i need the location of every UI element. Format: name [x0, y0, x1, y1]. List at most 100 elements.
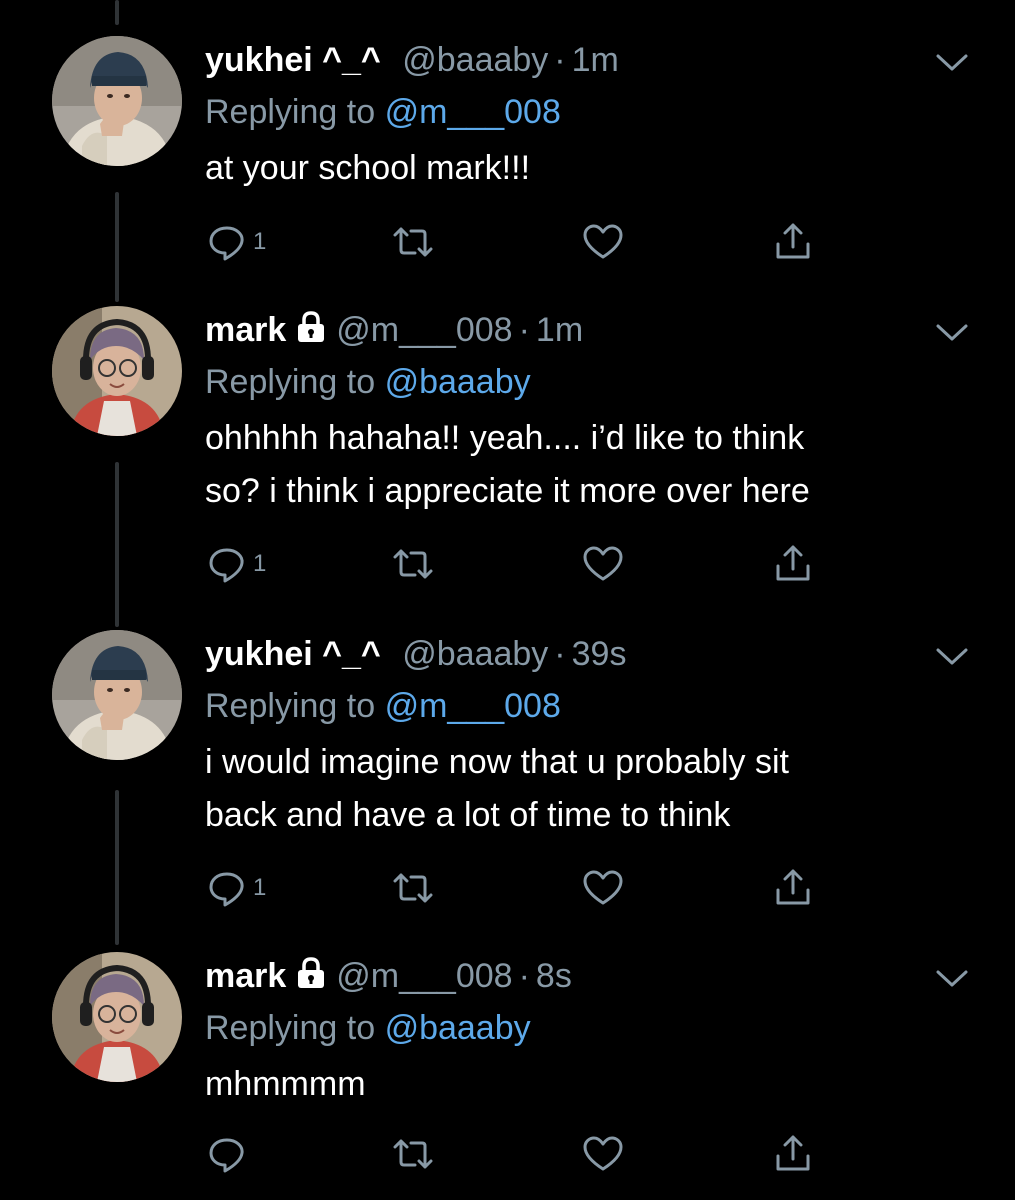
tweet-text-line: ohhhhh hahaha!! yeah.... i’d like to thi… [205, 419, 805, 457]
separator: · [518, 311, 530, 349]
reply-button[interactable]: 1 [205, 220, 266, 264]
reply-button[interactable] [205, 1132, 253, 1176]
like-button[interactable] [581, 542, 625, 586]
retweet-button[interactable] [391, 866, 435, 910]
reply-button[interactable]: 1 [205, 542, 266, 586]
replying-to: Replying to @m___008 [205, 88, 935, 136]
avatar[interactable] [52, 306, 182, 436]
reply-count: 1 [253, 228, 267, 255]
like-button[interactable] [581, 1132, 625, 1176]
display-name[interactable]: mark [205, 957, 286, 995]
thread-line [115, 790, 119, 945]
reply-count: 1 [253, 874, 267, 901]
heart-icon [583, 546, 623, 581]
speech-bubble-icon [209, 226, 244, 261]
reply-mention-link[interactable]: @baaaby [385, 1009, 531, 1047]
mark-avatar [52, 952, 182, 1082]
replying-to-label: Replying to [205, 363, 376, 401]
tweet-text: at your school mark!!! [205, 142, 935, 195]
tweet-text-line: mhmmmm [205, 1065, 366, 1103]
thread-line [115, 0, 119, 25]
share-button[interactable] [771, 542, 815, 586]
tweet-header: mark @m___008 · 8s [205, 952, 935, 1000]
share-button[interactable] [771, 866, 815, 910]
user-handle[interactable]: @baaaby [402, 41, 548, 79]
tweet-content: yukhei ^_^ @baaaby · 39s Replying to @m___… [205, 630, 935, 842]
reply-mention-link[interactable]: @m___008 [385, 93, 561, 131]
tweet-header: yukhei ^_^ @baaaby · 39s [205, 630, 935, 678]
avatar[interactable] [52, 630, 182, 760]
speech-bubble-icon [209, 1138, 244, 1173]
tweet-text-line: back and have a lot of time to think [205, 796, 731, 834]
heart-icon [583, 870, 623, 905]
tweet-header: yukhei ^_^ @baaaby · 1m [205, 36, 935, 84]
timestamp[interactable]: 39s [572, 635, 627, 673]
tweet-text-line: i would imagine now that u probably sit [205, 743, 789, 781]
timestamp[interactable]: 8s [536, 957, 572, 995]
separator: · [554, 635, 566, 673]
retweet-icon [393, 549, 433, 579]
reply-count: 1 [253, 550, 267, 577]
share-icon [776, 869, 810, 905]
tweet-actions: 1 [205, 866, 845, 910]
user-handle[interactable]: @m___008 [336, 957, 512, 995]
tweet-text: mhmmmm [205, 1058, 935, 1111]
tweet-text: ohhhhh hahaha!! yeah.... i’d like to thi… [205, 412, 935, 518]
retweet-button[interactable] [391, 542, 435, 586]
yukhei-avatar [52, 36, 182, 166]
thread-line [115, 192, 119, 302]
user-handle[interactable]: @baaaby [402, 635, 548, 673]
replying-to-label: Replying to [205, 1009, 376, 1047]
lock-icon [298, 957, 325, 988]
display-name[interactable]: mark [205, 311, 286, 349]
tweet-text-line: so? i think i appreciate it more over he… [205, 472, 810, 510]
tweet-actions: 1 [205, 542, 845, 586]
chevron-down-icon[interactable] [932, 50, 972, 74]
speech-bubble-icon [209, 548, 244, 583]
reply-mention-link[interactable]: @baaaby [385, 363, 531, 401]
share-button[interactable] [771, 220, 815, 264]
replying-to: Replying to @m___008 [205, 682, 935, 730]
share-icon [776, 545, 810, 581]
timestamp[interactable]: 1m [536, 311, 583, 349]
replying-to-label: Replying to [205, 93, 376, 131]
share-icon [776, 223, 810, 259]
speech-bubble-icon [209, 872, 244, 907]
like-button[interactable] [581, 220, 625, 264]
heart-icon [583, 1136, 623, 1171]
tweet-content: mark @m___008 · 8s Replying to @baaaby mhm… [205, 952, 935, 1111]
separator: · [518, 957, 530, 995]
user-handle[interactable]: @m___008 [336, 311, 512, 349]
share-button[interactable] [771, 1132, 815, 1176]
chevron-down-icon[interactable] [932, 966, 972, 990]
like-button[interactable] [581, 866, 625, 910]
avatar[interactable] [52, 36, 182, 166]
avatar[interactable] [52, 952, 182, 1082]
display-name[interactable]: yukhei ^_^ [205, 41, 381, 79]
tweet-content: mark @m___008 · 1m Replying to @baaaby ohh… [205, 306, 935, 518]
tweet-text-line: at your school mark!!! [205, 149, 531, 187]
tweet-header: mark @m___008 · 1m [205, 306, 935, 354]
replying-to-label: Replying to [205, 687, 376, 725]
retweet-button[interactable] [391, 1132, 435, 1176]
share-icon [776, 1135, 810, 1171]
retweet-icon [393, 1139, 433, 1169]
tweet-actions [205, 1132, 845, 1176]
heart-icon [583, 224, 623, 259]
separator: · [554, 41, 566, 79]
tweet-content: yukhei ^_^ @baaaby · 1m Replying to @m___0… [205, 36, 935, 195]
timestamp[interactable]: 1m [572, 41, 619, 79]
yukhei-avatar [52, 630, 182, 760]
replying-to: Replying to @baaaby [205, 1004, 935, 1052]
chevron-down-icon[interactable] [932, 644, 972, 668]
display-name[interactable]: yukhei ^_^ [205, 635, 381, 673]
reply-mention-link[interactable]: @m___008 [385, 687, 561, 725]
mark-avatar [52, 306, 182, 436]
tweet-text: i would imagine now that u probably sit … [205, 736, 935, 842]
tweet-actions: 1 [205, 220, 845, 264]
reply-button[interactable]: 1 [205, 866, 266, 910]
chevron-down-icon[interactable] [932, 320, 972, 344]
retweet-icon [393, 873, 433, 903]
replying-to: Replying to @baaaby [205, 358, 935, 406]
retweet-button[interactable] [391, 220, 435, 264]
